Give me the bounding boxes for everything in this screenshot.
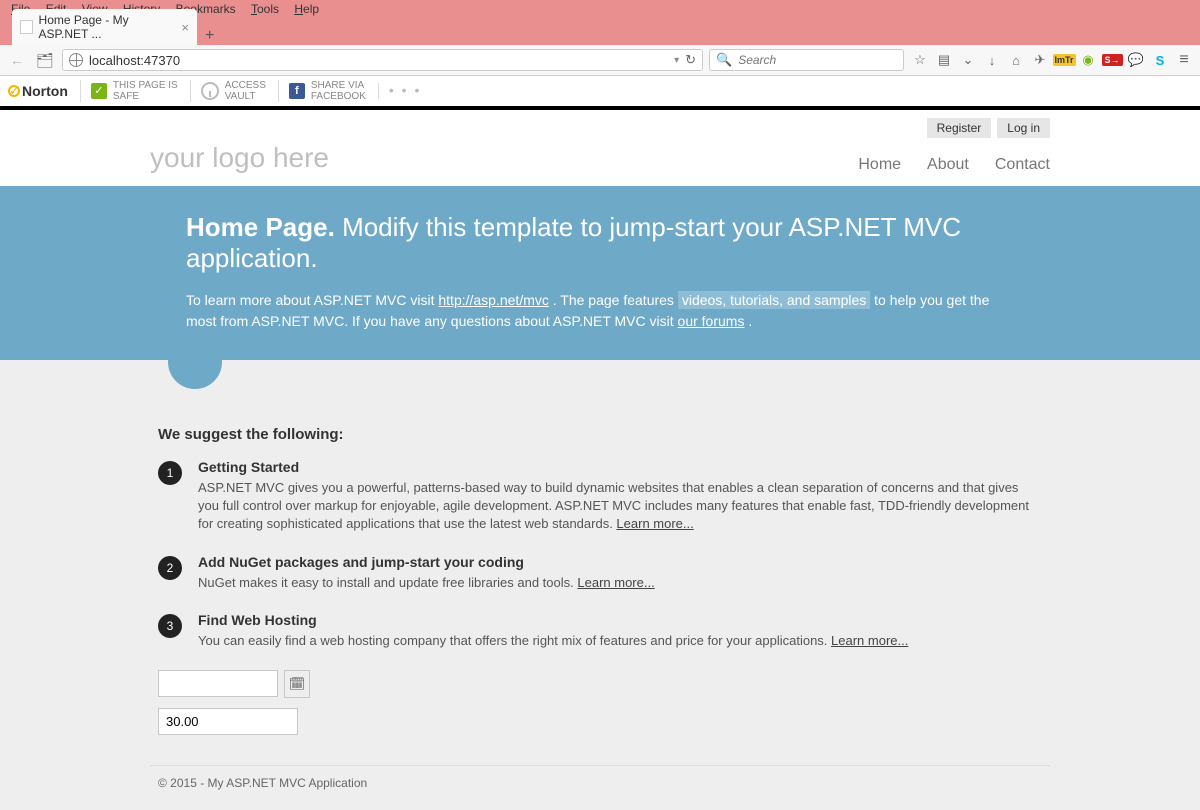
norton-toolbar: Norton ✓ THIS PAGE ISSAFE ACCESSVAULT f … bbox=[0, 76, 1200, 110]
imtranslator-icon[interactable]: ImTr bbox=[1053, 54, 1076, 66]
tab-title: Home Page - My ASP.NET ... bbox=[39, 13, 176, 41]
site-identity-button[interactable]: 🗂 bbox=[34, 49, 56, 71]
item-number: 3 bbox=[158, 614, 182, 638]
nav-contact[interactable]: Contact bbox=[995, 156, 1050, 174]
search-bar[interactable]: 🔍 bbox=[709, 49, 904, 71]
hero-banner: Home Page. Modify this template to jump-… bbox=[0, 186, 1200, 360]
s2g-icon[interactable]: S→ bbox=[1102, 54, 1123, 66]
chat-icon[interactable]: 💬 bbox=[1126, 50, 1146, 70]
browser-navbar: ← 🗂 localhost:47370 ▾ ↻ 🔍 ☆ ▤ ⌄ ↓ ⌂ ✈ Im… bbox=[0, 45, 1200, 76]
suggest-heading: We suggest the following: bbox=[158, 426, 1042, 443]
calendar-button[interactable]: 🗓 bbox=[284, 670, 310, 698]
item-text: ASP.NET MVC gives you a powerful, patter… bbox=[198, 479, 1042, 534]
search-icon: 🔍 bbox=[716, 52, 732, 68]
item-number: 2 bbox=[158, 556, 182, 580]
page-footer: © 2015 - My ASP.NET MVC Application bbox=[150, 765, 1050, 810]
item-text: NuGet makes it easy to install and updat… bbox=[198, 574, 655, 592]
facebook-icon: f bbox=[289, 83, 305, 99]
back-button[interactable]: ← bbox=[6, 49, 28, 71]
downloads-icon[interactable]: ↓ bbox=[982, 50, 1002, 70]
register-link[interactable]: Register bbox=[927, 118, 992, 138]
bookmarks-list-icon[interactable]: ▤ bbox=[934, 50, 954, 70]
home-icon[interactable]: ⌂ bbox=[1006, 50, 1026, 70]
item-number: 1 bbox=[158, 461, 182, 485]
close-tab-icon[interactable]: × bbox=[181, 20, 189, 35]
item-title: Find Web Hosting bbox=[198, 612, 908, 628]
hero-link-videos[interactable]: videos, tutorials, and samples bbox=[678, 291, 870, 309]
hero-link-forums[interactable]: our forums bbox=[678, 313, 745, 329]
globe-addon-icon[interactable]: ◉ bbox=[1078, 50, 1098, 70]
learn-more-link[interactable]: Learn more... bbox=[616, 516, 693, 531]
send-icon[interactable]: ✈ bbox=[1030, 50, 1050, 70]
list-item: 1 Getting Started ASP.NET MVC gives you … bbox=[158, 459, 1042, 534]
browser-tab-active[interactable]: Home Page - My ASP.NET ... × bbox=[12, 9, 197, 45]
safe-badge-icon: ✓ bbox=[91, 83, 107, 99]
favicon-icon bbox=[20, 20, 33, 34]
norton-more[interactable]: • • • bbox=[378, 83, 421, 98]
nav-home[interactable]: Home bbox=[858, 156, 901, 174]
menu-tools[interactable]: Tools bbox=[245, 0, 285, 18]
search-input[interactable] bbox=[738, 53, 897, 67]
toolbar-right: ☆ ▤ ⌄ ↓ ⌂ ✈ ImTr ◉ S→ 💬 S ≡ bbox=[910, 50, 1194, 70]
skype-icon[interactable]: S bbox=[1150, 50, 1170, 70]
hero-paragraph: To learn more about ASP.NET MVC visit ht… bbox=[186, 290, 1014, 332]
site-logo[interactable]: your logo here bbox=[150, 142, 329, 174]
item-title: Getting Started bbox=[198, 459, 1042, 475]
norton-check-icon bbox=[8, 85, 20, 97]
nav-about[interactable]: About bbox=[927, 156, 969, 174]
reload-button[interactable]: ↻ bbox=[685, 52, 696, 68]
new-tab-button[interactable]: + bbox=[197, 27, 222, 45]
learn-more-link[interactable]: Learn more... bbox=[831, 633, 908, 648]
norton-safe[interactable]: ✓ THIS PAGE ISSAFE bbox=[80, 80, 178, 102]
url-host: localhost:47370 bbox=[89, 53, 180, 68]
item-title: Add NuGet packages and jump-start your c… bbox=[198, 554, 655, 570]
hamburger-menu-icon[interactable]: ≡ bbox=[1174, 50, 1194, 70]
norton-share-facebook[interactable]: f SHARE VIAFACEBOOK bbox=[278, 80, 366, 102]
calendar-icon: 🗓 bbox=[289, 676, 306, 692]
login-link[interactable]: Log in bbox=[997, 118, 1050, 138]
hero-link-aspnet[interactable]: http://asp.net/mvc bbox=[438, 292, 549, 308]
numeric-input[interactable] bbox=[158, 708, 298, 735]
browser-tabstrip: Home Page - My ASP.NET ... × + bbox=[0, 18, 1200, 45]
norton-vault[interactable]: ACCESSVAULT bbox=[190, 80, 266, 102]
hero-tail bbox=[150, 360, 1050, 400]
norton-logo[interactable]: Norton bbox=[8, 83, 68, 99]
date-input[interactable] bbox=[158, 670, 278, 697]
url-dropdown-icon[interactable]: ▾ bbox=[674, 55, 679, 66]
bookmark-star-icon[interactable]: ☆ bbox=[910, 50, 930, 70]
item-text: You can easily find a web hosting compan… bbox=[198, 632, 908, 650]
menu-help[interactable]: Help bbox=[288, 0, 325, 18]
url-bar[interactable]: localhost:47370 ▾ ↻ bbox=[62, 49, 703, 71]
list-item: 3 Find Web Hosting You can easily find a… bbox=[158, 612, 1042, 650]
pocket-icon[interactable]: ⌄ bbox=[958, 50, 978, 70]
vault-icon bbox=[201, 82, 219, 100]
globe-icon bbox=[69, 53, 83, 67]
list-item: 2 Add NuGet packages and jump-start your… bbox=[158, 554, 1042, 592]
hero-title: Home Page. Modify this template to jump-… bbox=[186, 212, 1014, 274]
learn-more-link[interactable]: Learn more... bbox=[577, 575, 654, 590]
